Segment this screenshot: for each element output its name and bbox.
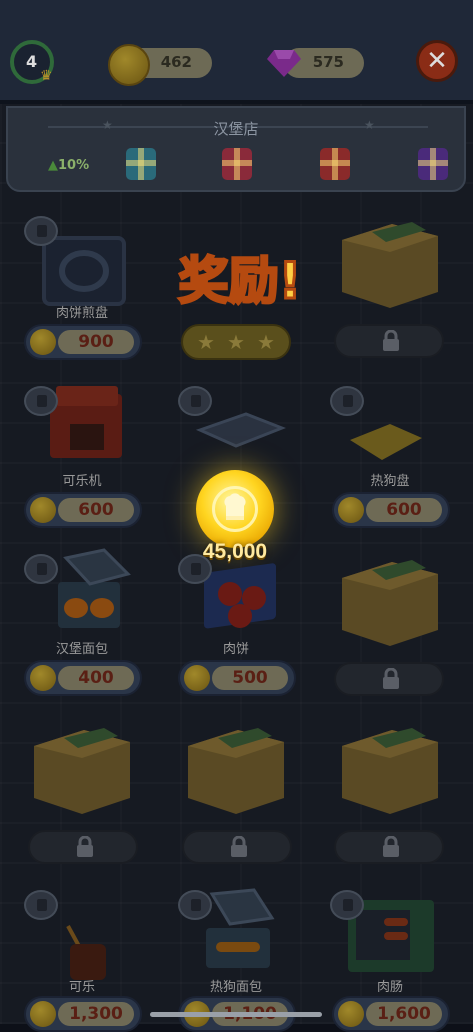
locked-slot <box>334 830 444 864</box>
coin-icon <box>30 665 56 691</box>
locked-box-icon <box>34 728 130 814</box>
lock-icon <box>383 836 399 857</box>
buy-button[interactable]: 500 <box>178 660 296 696</box>
item-label: 肉饼 <box>222 642 249 657</box>
close-button[interactable]: ✕ <box>416 40 458 82</box>
coin-icon <box>30 329 56 355</box>
video-ad-icon[interactable] <box>24 216 58 246</box>
lock-icon <box>77 836 93 857</box>
locked-box-icon <box>342 560 438 646</box>
lock-icon <box>383 668 399 689</box>
price-text: 600 <box>78 500 114 520</box>
lock-icon <box>383 330 399 351</box>
price-text: 1,300 <box>69 1004 123 1024</box>
top-bar: 4 ♛ 462 575 ✕ <box>0 0 473 104</box>
locked-slot <box>182 830 292 864</box>
video-ad-icon[interactable] <box>330 386 364 416</box>
gift-icon[interactable] <box>126 148 156 180</box>
crown-icon: ♛ <box>40 68 53 84</box>
item-label: 肉饼煎盘 <box>55 306 108 321</box>
buy-button[interactable]: 1,300 <box>24 996 142 1032</box>
buy-button[interactable]: 1,600 <box>332 996 450 1032</box>
restaurant-name: 汉堡店 <box>213 120 259 138</box>
price-text: 500 <box>232 668 268 688</box>
coin-icon <box>338 497 364 523</box>
buy-button[interactable]: 600 <box>24 492 142 528</box>
buy-button[interactable]: 400 <box>24 660 142 696</box>
gem-icon <box>267 50 301 77</box>
item-label: 热狗盘 <box>370 474 410 489</box>
item-label: 热狗面包 <box>209 980 262 995</box>
video-ad-icon[interactable] <box>24 386 58 416</box>
stars-progress: ★ ★ ★ <box>181 324 291 360</box>
lock-icon <box>231 836 247 857</box>
video-ad-icon[interactable] <box>178 386 212 416</box>
star-icon: ★ <box>227 330 245 354</box>
gem-count: 575 <box>312 53 344 71</box>
price-text: 1,600 <box>377 1004 431 1024</box>
locked-slot <box>334 324 444 358</box>
bonus-text: ▲10% <box>48 158 89 173</box>
video-ad-icon[interactable] <box>178 554 212 584</box>
burger-bun-icon <box>58 548 131 628</box>
hotdog-tray-icon <box>350 424 422 460</box>
coin-icon <box>338 1001 364 1027</box>
bonus-percent: 10% <box>58 158 90 173</box>
reward-title-text: 奖励! <box>179 252 302 310</box>
locked-box-icon <box>342 222 438 308</box>
locked-slot <box>334 662 444 696</box>
tray-icon <box>196 412 286 448</box>
video-ad-icon[interactable] <box>24 890 58 920</box>
grill-pan-icon <box>42 236 126 306</box>
coin-icon <box>184 665 210 691</box>
buy-button[interactable]: 900 <box>24 324 142 360</box>
price-text: 400 <box>78 668 114 688</box>
cola-cup-icon <box>66 925 106 980</box>
coin-icon <box>108 44 150 86</box>
locked-box-icon <box>342 728 438 814</box>
item-label: 肉肠 <box>376 980 403 995</box>
arrow-up-icon: ▲ <box>48 158 58 173</box>
level-number: 4 <box>26 52 38 71</box>
gift-icon[interactable] <box>418 148 448 180</box>
reward-title: 奖励! <box>177 251 303 312</box>
coin-icon <box>30 1001 56 1027</box>
item-label: 可乐 <box>68 980 95 995</box>
gift-icon[interactable] <box>320 148 350 180</box>
price-text: 900 <box>78 332 114 352</box>
video-ad-icon[interactable] <box>24 554 58 584</box>
reward-coin-icon <box>196 470 274 548</box>
buy-button[interactable]: 600 <box>332 492 450 528</box>
game-scene: 4 ♛ 462 575 ✕ ★ ★ 汉堡店 ▲10% 肉饼煎盘 900 ★ ★ … <box>0 0 473 1032</box>
locked-box-icon <box>188 728 284 814</box>
coin-icon <box>30 497 56 523</box>
star-icon: ★ <box>257 330 275 354</box>
video-ad-icon[interactable] <box>330 890 364 920</box>
item-label: 汉堡面包 <box>55 642 108 657</box>
coin-count: 462 <box>160 53 192 71</box>
locked-slot <box>28 830 138 864</box>
home-indicator[interactable] <box>150 1012 322 1017</box>
item-label: 可乐机 <box>62 474 102 489</box>
video-ad-icon[interactable] <box>178 890 212 920</box>
star-icon: ★ <box>197 330 215 354</box>
gift-icon[interactable] <box>222 148 252 180</box>
chef-hat-icon <box>224 493 246 520</box>
price-text: 600 <box>386 500 422 520</box>
restaurant-progress-panel: ★ ★ 汉堡店 ▲10% <box>6 106 466 192</box>
